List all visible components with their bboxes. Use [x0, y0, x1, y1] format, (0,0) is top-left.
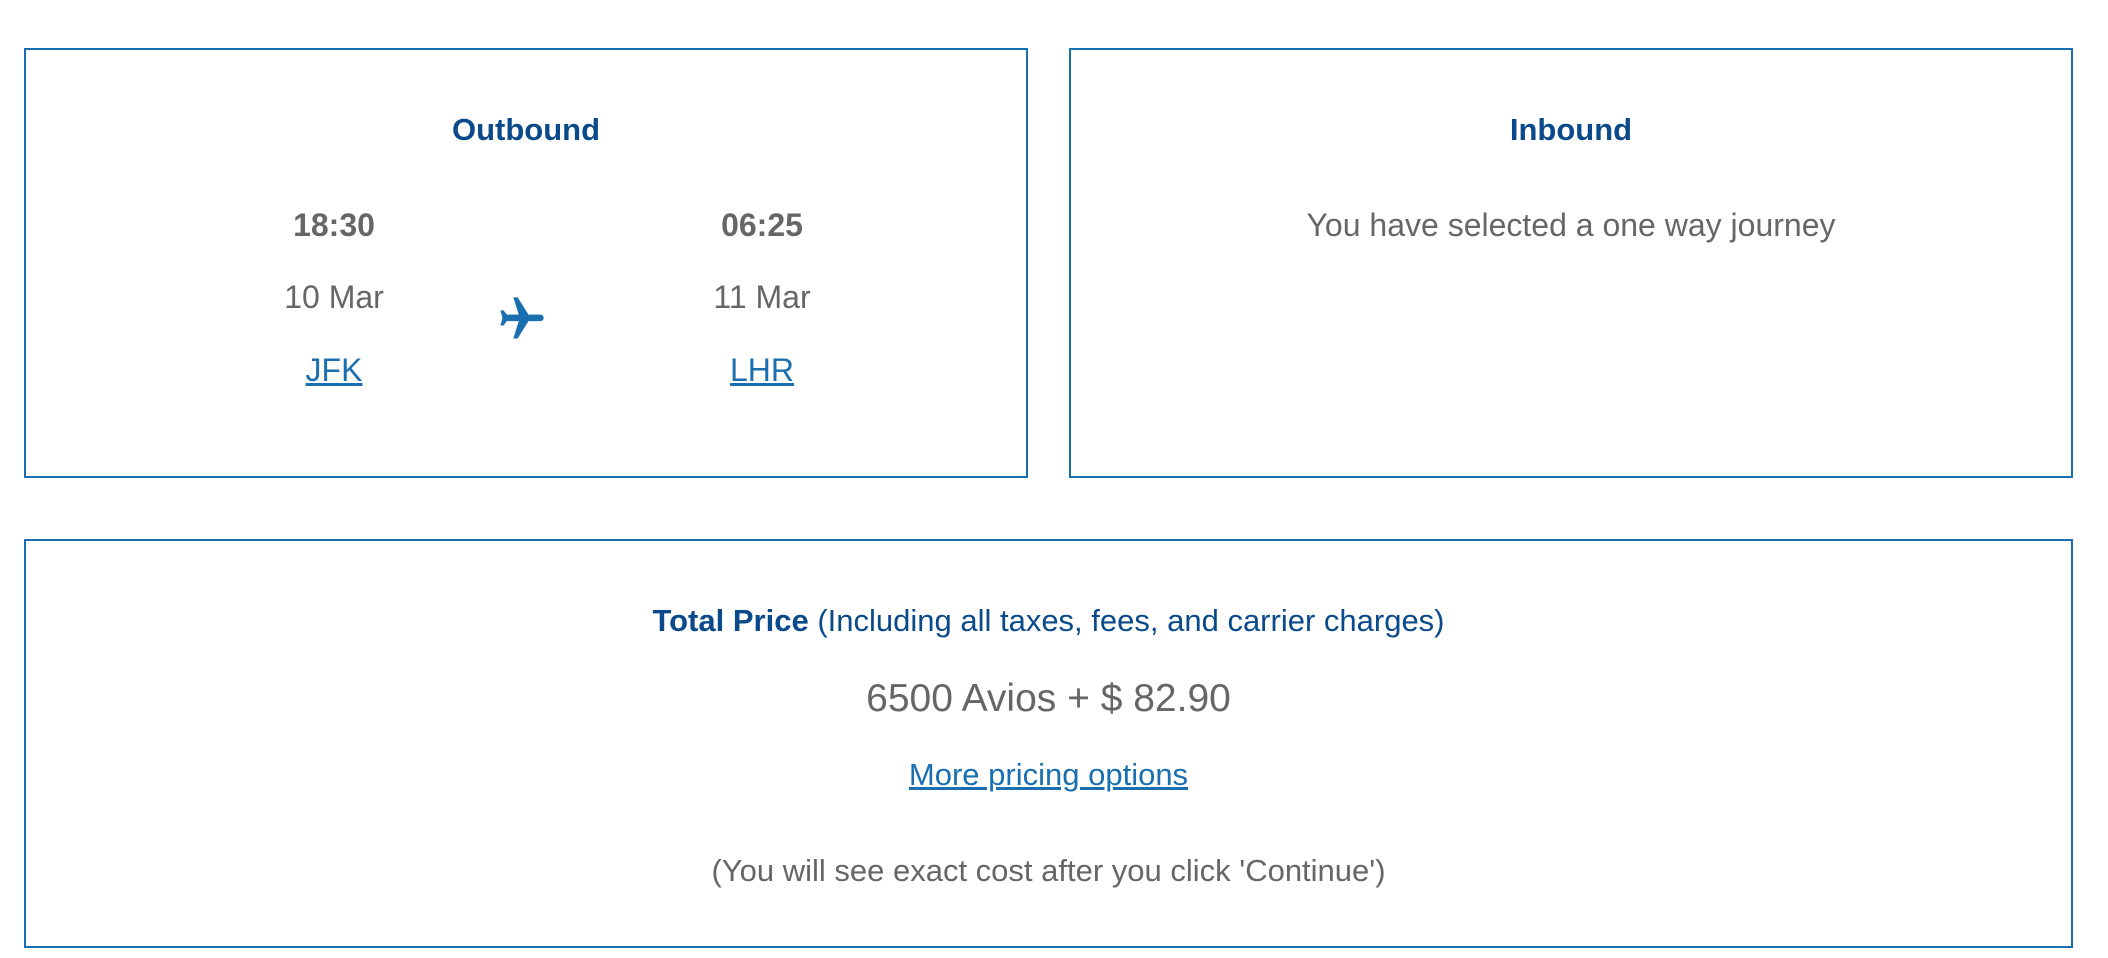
total-price-panel: Total Price (Including all taxes, fees, … [24, 539, 2073, 948]
arrival-time: 06:25 [721, 207, 803, 243]
price-amount: 6500 Avios + $ 82.90 [866, 677, 1231, 720]
departure-time: 18:30 [293, 207, 375, 243]
one-way-message: You have selected a one way journey [1306, 207, 1836, 243]
exact-cost-note: (You will see exact cost after you click… [711, 853, 1386, 888]
outbound-title: Outbound [451, 112, 601, 147]
total-price-heading: Total Price (Including all taxes, fees, … [26, 603, 2071, 639]
inbound-title: Inbound [1509, 112, 1633, 147]
departure-date: 10 Mar [284, 279, 384, 315]
airplane-icon [500, 297, 544, 339]
arrival-airport-link[interactable]: LHR [632, 352, 892, 389]
inbound-panel: Inbound You have selected a one way jour… [1069, 48, 2073, 478]
arrival-date: 11 Mar [713, 279, 811, 315]
total-price-note: (Including all taxes, fees, and carrier … [817, 603, 1445, 638]
outbound-panel: Outbound 18:30 10 Mar JFK 06:25 11 Mar L… [24, 48, 1028, 478]
more-pricing-options-link[interactable]: More pricing options [909, 757, 1188, 792]
total-price-label: Total Price [652, 603, 809, 638]
departure-airport-link[interactable]: JFK [204, 352, 464, 389]
